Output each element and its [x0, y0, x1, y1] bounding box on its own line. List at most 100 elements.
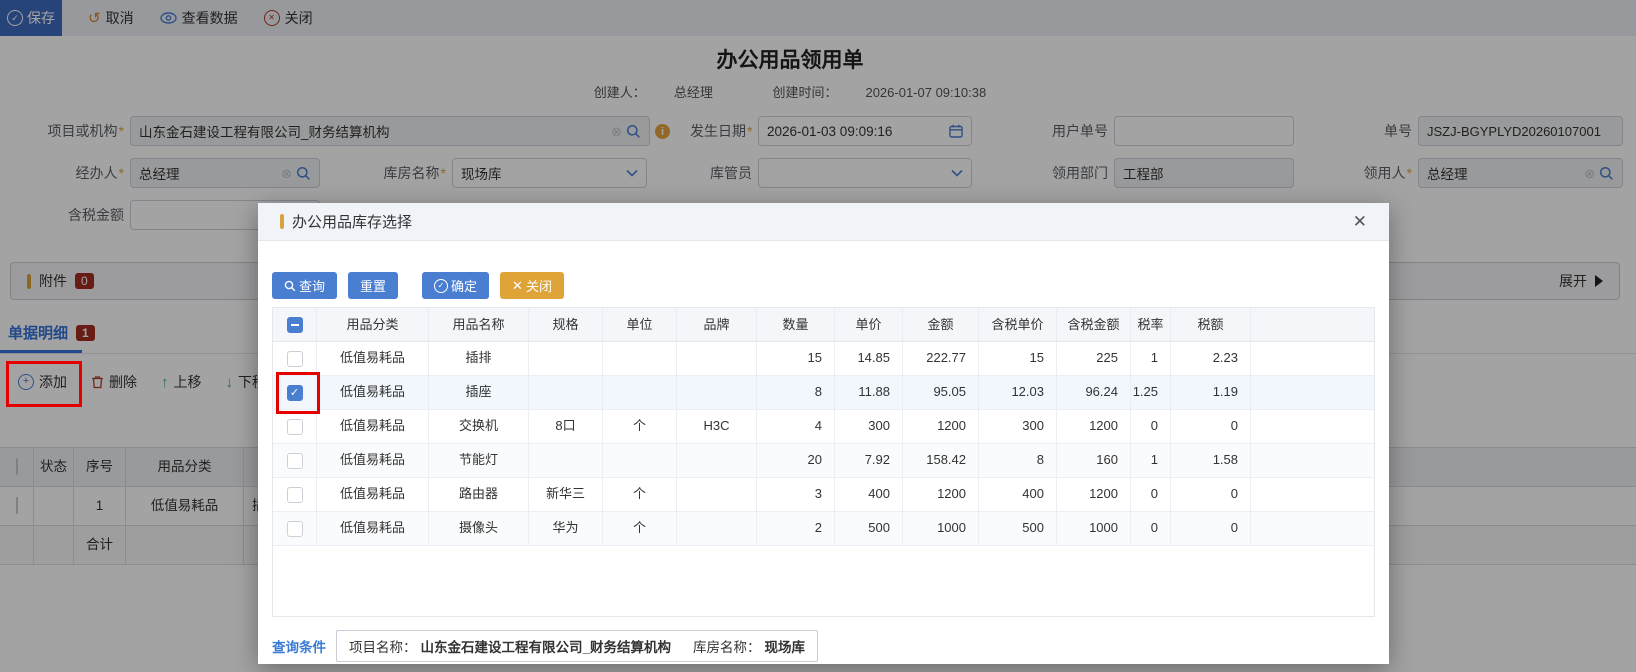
cell: 14.85	[835, 342, 903, 375]
cell: 低值易耗品	[317, 512, 429, 545]
cell: 20	[757, 444, 835, 477]
section-marker	[280, 214, 284, 229]
cell: 160	[1057, 444, 1131, 477]
cell: 3	[757, 478, 835, 511]
cell	[677, 478, 757, 511]
cell: 2	[757, 512, 835, 545]
cell: 路由器	[429, 478, 529, 511]
column-header: 品牌	[677, 308, 757, 341]
cell	[603, 342, 677, 375]
cell: 300	[835, 410, 903, 443]
column-header: 单价	[835, 308, 903, 341]
row-checkbox[interactable]: ✓	[287, 385, 303, 401]
column-header: 用品名称	[429, 308, 529, 341]
confirm-button[interactable]: ✓ 确定	[422, 272, 489, 299]
cell: 96.24	[1057, 376, 1131, 409]
select-all-checkbox[interactable]	[287, 317, 303, 333]
cell: 0	[1131, 478, 1171, 511]
cell: 个	[603, 512, 677, 545]
dialog-buttons: 查询 重置 ✓ 确定 ✕ 关闭	[272, 272, 564, 299]
cell: 7.92	[835, 444, 903, 477]
cell: 个	[603, 410, 677, 443]
cell: H3C	[677, 410, 757, 443]
check-circle-icon: ✓	[434, 279, 448, 293]
cell: 新华三	[529, 478, 603, 511]
cell: 2.23	[1171, 342, 1251, 375]
cell: 12.03	[979, 376, 1057, 409]
column-header: 规格	[529, 308, 603, 341]
cell: 8口	[529, 410, 603, 443]
cell: 0	[1131, 410, 1171, 443]
dialog-close-icon[interactable]: ✕	[1353, 212, 1367, 232]
column-header: 金额	[903, 308, 979, 341]
dialog-close-button[interactable]: ✕ 关闭	[500, 272, 564, 299]
column-header: 税率	[1131, 308, 1171, 341]
cell: 1.19	[1171, 376, 1251, 409]
checkbox-cell: ✓	[273, 376, 317, 409]
cell: 华为	[529, 512, 603, 545]
cell: 1	[1131, 342, 1171, 375]
cell: 1200	[1057, 478, 1131, 511]
cell: 1000	[903, 512, 979, 545]
cell	[603, 444, 677, 477]
cell: 低值易耗品	[317, 478, 429, 511]
cell: 15	[979, 342, 1057, 375]
row-checkbox[interactable]	[287, 351, 303, 367]
column-header: 数量	[757, 308, 835, 341]
inventory-row[interactable]: 低值易耗品摄像头华为个25001000500100000	[273, 512, 1374, 546]
checkbox-cell	[273, 512, 317, 545]
cell: 8	[979, 444, 1057, 477]
cell: 交换机	[429, 410, 529, 443]
inventory-row[interactable]: 低值易耗品节能灯207.92158.42816011.58	[273, 444, 1374, 478]
query-conditions-label: 查询条件	[272, 636, 326, 656]
cell: 300	[979, 410, 1057, 443]
column-header: 用品分类	[317, 308, 429, 341]
cell: 节能灯	[429, 444, 529, 477]
cell: 个	[603, 478, 677, 511]
search-icon	[284, 280, 296, 292]
checkbox-cell	[273, 410, 317, 443]
cell: 插排	[429, 342, 529, 375]
cell: 1200	[903, 410, 979, 443]
reset-button[interactable]: 重置	[348, 272, 398, 299]
cell: 400	[835, 478, 903, 511]
query-conditions: 查询条件 项目名称：山东金石建设工程有限公司_财务结算机构 库房名称：现场库	[272, 630, 818, 662]
column-header: 税额	[1171, 308, 1251, 341]
row-checkbox[interactable]	[287, 453, 303, 469]
cell	[677, 512, 757, 545]
row-checkbox[interactable]	[287, 419, 303, 435]
inventory-table-body: 低值易耗品插排1514.85222.771522512.23✓低值易耗品插座81…	[273, 342, 1374, 546]
cell: 1.58	[1171, 444, 1251, 477]
cell	[603, 376, 677, 409]
app-screen: ✓ 保存 ↺ 取消 查看数据 ✕ 关闭 办公用品领用单 创建人：总经理 创建时间…	[0, 0, 1636, 672]
cell: 1200	[903, 478, 979, 511]
cell	[677, 444, 757, 477]
cell: 222.77	[903, 342, 979, 375]
query-conditions-box: 项目名称：山东金石建设工程有限公司_财务结算机构 库房名称：现场库	[336, 630, 818, 662]
row-checkbox[interactable]	[287, 521, 303, 537]
inventory-row[interactable]: 低值易耗品交换机8口个H3C43001200300120000	[273, 410, 1374, 444]
cell: 4	[757, 410, 835, 443]
cell: 95.05	[903, 376, 979, 409]
cell	[677, 342, 757, 375]
inventory-row[interactable]: 低值易耗品路由器新华三个34001200400120000	[273, 478, 1374, 512]
inventory-select-dialog: 办公用品库存选择 ✕ 查询 重置 ✓ 确定 ✕ 关闭	[258, 203, 1389, 664]
checkbox-cell	[273, 478, 317, 511]
cell: 低值易耗品	[317, 376, 429, 409]
query-button[interactable]: 查询	[272, 272, 337, 299]
cell: 1000	[1057, 512, 1131, 545]
cell: 0	[1131, 512, 1171, 545]
cell: 500	[979, 512, 1057, 545]
cell: 11.88	[835, 376, 903, 409]
inventory-row[interactable]: ✓低值易耗品插座811.8895.0512.0396.241.251.19	[273, 376, 1374, 410]
cell: 0	[1171, 478, 1251, 511]
inventory-row[interactable]: 低值易耗品插排1514.85222.771522512.23	[273, 342, 1374, 376]
cell: 8	[757, 376, 835, 409]
inventory-table: 用品分类用品名称规格单位品牌数量单价金额含税单价含税金额税率税额 低值易耗品插排…	[272, 307, 1375, 617]
cell: 摄像头	[429, 512, 529, 545]
checkbox-cell	[273, 444, 317, 477]
column-header: 含税单价	[979, 308, 1057, 341]
row-checkbox[interactable]	[287, 487, 303, 503]
column-header: 含税金额	[1057, 308, 1131, 341]
cell	[529, 444, 603, 477]
